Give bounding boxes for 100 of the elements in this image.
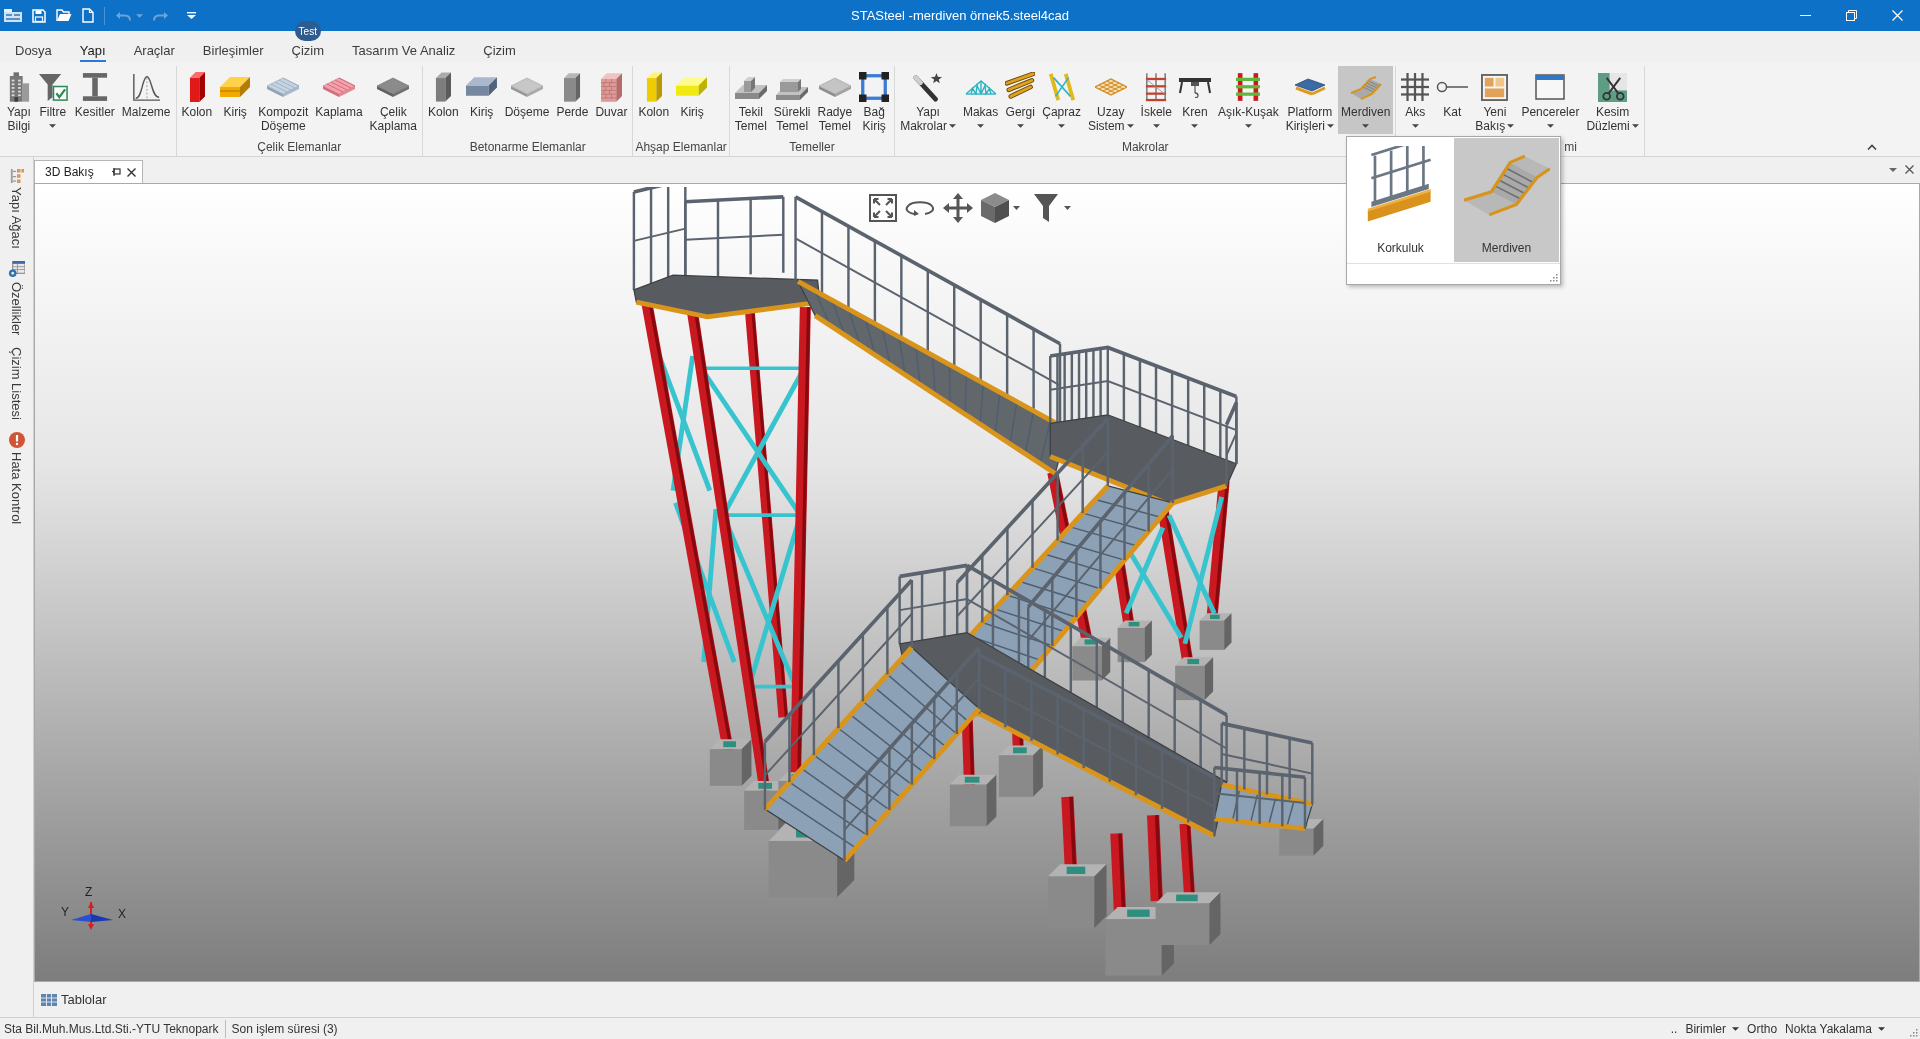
ribbon-button[interactable]: Kolon	[178, 66, 216, 134]
column-icon	[188, 72, 205, 102]
new-file-button[interactable]	[82, 8, 94, 23]
ribbon-button[interactable]: Çapraz	[1039, 66, 1084, 134]
ribbon-button[interactable]: Kesitler	[71, 66, 118, 134]
ribbon-button[interactable]: Uzay Sistem	[1084, 66, 1137, 134]
ribbon-button[interactable]: Gergi	[1002, 66, 1039, 134]
ribbon-button[interactable]: Pencereler	[1518, 66, 1583, 134]
beam-icon	[465, 77, 498, 97]
close-icon[interactable]	[127, 167, 136, 177]
composite-slab-icon	[267, 77, 300, 97]
column-icon	[645, 72, 662, 102]
tab-badge: Test	[294, 21, 321, 41]
beam-icon	[676, 77, 709, 97]
ribbon-button[interactable]: Filtre	[34, 66, 71, 134]
concrete-footing	[949, 774, 997, 827]
cube-icon[interactable]	[981, 193, 1009, 223]
ribbon-button[interactable]: Platform Kirişleri	[1282, 66, 1337, 134]
caret-icon	[136, 13, 143, 18]
ribbon-button[interactable]: Kren	[1175, 66, 1214, 134]
bottom-panel-tab[interactable]: Tablolar	[41, 989, 107, 1010]
ribbon-button[interactable]: Duvar	[592, 66, 631, 134]
ribbon-button[interactable]: Kiriş	[673, 66, 712, 134]
window-title: STASteel -merdiven örnek5.steel4cad	[851, 6, 1069, 25]
menu-tab[interactable]: Dosya	[1, 31, 66, 62]
exclamation-icon	[8, 432, 25, 449]
i-beam-icon	[81, 72, 108, 102]
ribbon-button[interactable]: Sürekli Temel	[770, 66, 814, 134]
side-panel-tab[interactable]: Hata Kontrol	[6, 432, 27, 525]
curve-chart-icon	[131, 72, 162, 102]
open-button[interactable]	[56, 9, 72, 22]
panels-frame-icon	[1481, 73, 1509, 101]
zoom-extents-icon[interactable]	[869, 194, 897, 222]
ribbon-button[interactable]: Makas	[959, 66, 1002, 134]
side-panel-tab[interactable]: Çizim Listesi	[6, 347, 27, 421]
side-panel-tab[interactable]: Yapı Ağacı	[6, 169, 27, 249]
ribbon-button[interactable]: Kompozit Döşeme	[255, 66, 312, 134]
ribbon-button[interactable]: Aks	[1398, 66, 1433, 134]
plate-icon	[377, 77, 410, 97]
ribbon-button[interactable]: Yapı Bilgi	[4, 66, 34, 134]
ribbon-button[interactable]: Yeni Bakış	[1472, 66, 1518, 134]
close-icon[interactable]	[1905, 165, 1914, 174]
customize-toolbar-button[interactable]	[187, 12, 196, 19]
axis-label: Z	[85, 886, 93, 898]
corrugated-sheet-icon	[322, 77, 355, 97]
status-bar-button[interactable]: Birimler	[1681, 1019, 1744, 1038]
diagonal-bars-icon	[1005, 72, 1036, 102]
ribbon-button[interactable]: Kolon	[425, 66, 462, 134]
ribbon-button[interactable]: Yapı Makrolar	[897, 66, 959, 134]
app-menu-button[interactable]	[4, 8, 22, 23]
ribbon-button[interactable]: Tekil Temel	[731, 66, 770, 134]
scissors-panel-icon	[1598, 72, 1628, 102]
caret-icon[interactable]	[1013, 206, 1020, 210]
platform-icon	[1293, 78, 1326, 96]
scaffold-icon	[1145, 72, 1168, 102]
ribbon-button[interactable]: Kolon	[635, 66, 673, 134]
table-icon	[41, 993, 57, 1006]
ribbon-group-label: mi	[1564, 139, 1578, 156]
caret-icon[interactable]	[1064, 206, 1071, 210]
ribbon-button[interactable]: Kat	[1433, 66, 1472, 134]
ribbon-button[interactable]: Çelik Kaplama	[366, 66, 420, 134]
menu-tab[interactable]: Tasarım Ve Analiz	[338, 31, 470, 62]
ribbon-button[interactable]: Kiriş	[216, 66, 255, 134]
gallery-item[interactable]: Merdiven	[1454, 138, 1559, 262]
table-gear-icon	[8, 260, 25, 278]
ribbon-button[interactable]: Aşık-Kuşak	[1214, 66, 1282, 134]
pan-icon[interactable]	[943, 193, 973, 223]
menu-tab[interactable]: Çizim	[469, 31, 530, 62]
ribbon-button[interactable]: Merdiven	[1338, 66, 1394, 134]
ribbon-button[interactable]: Perde	[553, 66, 592, 134]
ribbon-group-label: Betonarme Elemanlar	[469, 139, 586, 156]
slab-icon	[511, 77, 544, 97]
rotate-icon[interactable]	[905, 200, 935, 216]
menu-tab[interactable]: Araçlar	[119, 31, 189, 62]
ribbon-button[interactable]: Döşeme	[501, 66, 553, 134]
status-bar-button[interactable]: ..	[1666, 1019, 1682, 1038]
menu-tab[interactable]: Birleşimler	[188, 31, 278, 62]
ribbon-button[interactable]: Bağ Kiriş	[856, 66, 893, 134]
magic-wand-icon	[913, 72, 944, 102]
ribbon-button[interactable]: Malzeme	[118, 66, 174, 134]
ribbon-button[interactable]: İskele	[1137, 66, 1175, 134]
status-bar-button[interactable]: Ortho	[1743, 1019, 1782, 1038]
side-panel-tab[interactable]: Özellikler	[6, 260, 27, 336]
document-tab[interactable]: 3D Bakış	[34, 160, 143, 183]
status-bar-button[interactable]: Nokta Yakalama	[1781, 1019, 1889, 1038]
ribbon-button[interactable]: Kesim Düzlemi	[1583, 66, 1642, 134]
filter-icon[interactable]	[1034, 194, 1058, 222]
stair-icon	[1463, 154, 1550, 217]
pin-icon[interactable]	[112, 168, 121, 176]
caret-icon[interactable]	[1889, 167, 1897, 172]
ribbon-button[interactable]: Radye Temel	[814, 66, 856, 134]
app-icon	[4, 8, 22, 23]
document-icon	[82, 8, 94, 23]
ribbon-button[interactable]: Kaplama	[312, 66, 366, 134]
collapse-ribbon-button[interactable]	[1867, 144, 1877, 150]
ribbon-button[interactable]: Kiriş	[462, 66, 501, 134]
save-button[interactable]	[32, 8, 46, 23]
space-grid-icon	[1094, 78, 1127, 96]
caret-bar-icon	[187, 12, 196, 19]
plate-icon	[818, 77, 851, 97]
